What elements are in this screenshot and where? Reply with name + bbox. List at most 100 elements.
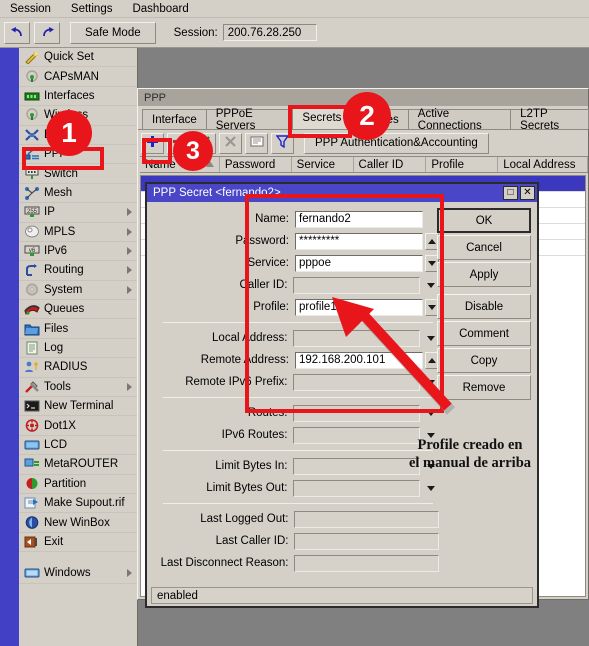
sidebar-item-label: Partition [44,477,87,490]
menubar: Session Settings Dashboard [0,0,589,18]
sidebar-item-new-winbox[interactable]: New WinBox [19,513,137,533]
comment-button[interactable]: Comment [437,321,531,346]
sidebar-item-capsman[interactable]: CAPsMAN [19,67,137,87]
sidebar-item-ip[interactable]: 255 IP [19,203,137,223]
step-badge-3: 3 [173,131,213,171]
column-header-local-address[interactable]: Local Address [498,157,589,172]
form-row-remote-address: Remote Address: 192.168.200.101 [147,349,439,371]
dropdown-arrow[interactable] [423,410,439,416]
sidebar-item-mpls[interactable]: MPLS [19,223,137,242]
step-badge-2: 2 [343,92,391,140]
form-row-last-caller-id: Last Caller ID: [147,530,439,552]
tools-icon [23,379,40,394]
field-input-routes[interactable] [293,404,421,422]
sidebar-item-label: Mesh [44,186,73,199]
column-header-service[interactable]: Service [292,157,354,172]
folder-icon [23,321,40,336]
sidebar-item-radius[interactable]: RADIUS [19,358,137,378]
sidebar-item-label: CAPsMAN [44,70,99,83]
disable-button[interactable]: Disable [437,294,531,319]
tab-l2tp-secrets[interactable]: L2TP Secrets [510,108,589,132]
field-input-last-logged-out[interactable] [294,510,439,528]
sidebar-item-exit[interactable]: Exit [19,533,137,553]
sidebar-item-dot1x[interactable]: Dot1X [19,416,137,436]
close-icon[interactable]: ✕ [520,186,535,200]
field-input-service[interactable]: pppoe [295,254,423,272]
sidebar-item-interfaces[interactable]: Interfaces [19,87,137,107]
field-input-caller-id[interactable] [293,276,421,294]
field-input-local-address[interactable] [293,329,421,347]
cancel-button[interactable]: Cancel [437,235,531,260]
field-input-remote-address[interactable]: 192.168.200.101 [295,351,423,369]
sidebar-item-windows[interactable]: Windows [19,564,137,584]
field-input-remote-ipv6-prefix[interactable] [293,373,421,391]
field-label-remote-ipv6-prefix: Remote IPv6 Prefix: [185,376,288,388]
menu-item-settings[interactable]: Settings [61,2,123,16]
mesh-icon [23,185,40,200]
filter-icon [275,135,290,151]
tab-pppoe-servers[interactable]: PPPoE Servers [205,108,294,132]
sidebar-item-metarouter[interactable]: MetaROUTER [19,455,137,475]
column-header-profile[interactable]: Profile [426,157,499,172]
sidebar-item-lcd[interactable]: LCD [19,436,137,456]
sidebar-item-tools[interactable]: Tools [19,378,137,398]
plus-icon [146,135,159,151]
form-row-remote-ipv6-prefix: Remote IPv6 Prefix: [147,371,439,393]
menu-item-dashboard[interactable]: Dashboard [122,2,198,16]
field-input-profile[interactable]: profile1 [295,298,423,316]
sidebar-item-ipv6[interactable]: v6 IPv6 [19,242,137,262]
field-input-limit-bytes-out[interactable] [293,479,421,497]
dropdown-arrow[interactable] [423,485,439,491]
column-header-caller-id[interactable]: Caller ID [354,157,427,172]
remove-button[interactable]: Remove [437,375,531,400]
sidebar-item-label: RADIUS [44,361,88,374]
field-input-last-disconnect-reason[interactable] [294,554,439,572]
redo-button[interactable] [34,21,60,44]
sidebar-item-quick-set[interactable]: Quick Set [19,48,137,68]
column-header-label: Caller ID [358,158,404,171]
sidebar-item-label: Files [44,322,69,335]
form-separator [163,397,433,398]
undo-button[interactable] [4,21,30,44]
sidebar-item-system[interactable]: System [19,281,137,301]
field-label-local-address: Local Address: [212,332,288,344]
sidebar-item-switch[interactable]: Switch [19,164,137,184]
disable-secret-button[interactable] [219,132,242,154]
caret-down-icon [427,410,436,416]
sidebar-item-queues[interactable]: Queues [19,300,137,320]
sidebar-item-routing[interactable]: Routing [19,261,137,281]
sidebar-item-files[interactable]: Files [19,319,137,339]
annotation-note: Profile creado en el manual de arriba [408,437,532,472]
sidebar-item-partition[interactable]: Partition [19,475,137,494]
sidebar-item-label: MetaROUTER [44,458,119,471]
form-separator [163,322,433,323]
column-header-label: Service [296,158,336,171]
comment-secret-button[interactable] [245,132,268,154]
ppp-authentication-accounting-button[interactable]: PPP Authentication&Accounting [304,132,489,154]
sidebar-item-label: IP [44,206,55,219]
sidebar-item-log[interactable]: Log [19,339,137,359]
apply-button[interactable]: Apply [437,262,531,287]
filter-button[interactable] [271,132,294,154]
column-header-password[interactable]: Password [220,157,292,172]
tab-interface[interactable]: Interface [142,109,207,129]
field-input-password[interactable]: ********* [295,232,423,250]
add-secret-button[interactable] [141,132,164,154]
caret-down-icon [427,485,436,491]
restore-button[interactable]: □ [503,186,518,200]
tab-active-connections[interactable]: Active Connections [407,108,512,132]
session-address-field[interactable]: 200.76.28.250 [222,24,317,41]
sidebar-item-label: New WinBox [44,516,110,529]
menu-item-session[interactable]: Session [0,2,61,16]
ok-button[interactable]: OK [437,208,531,233]
safe-mode-button[interactable]: Safe Mode [70,21,156,44]
sidebar-item-new-terminal[interactable]: New Terminal [19,397,137,417]
field-input-name[interactable]: fernando2 [295,210,423,228]
dialog-title-bar: PPP Secret <fernando2> □ ✕ [147,184,537,202]
copy-button[interactable]: Copy [437,348,531,373]
field-input-last-caller-id[interactable] [294,532,439,550]
sidebar-item-make-supout-rif[interactable]: Make Supout.rif [19,494,137,514]
caret-up-icon [428,357,436,363]
sidebar-item-mesh[interactable]: Mesh [19,184,137,204]
sidebar-item-label: Queues [44,303,85,316]
